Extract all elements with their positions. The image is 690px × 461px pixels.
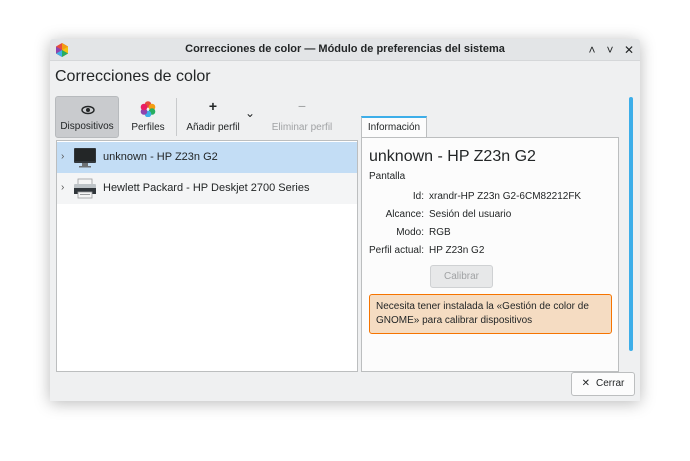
- profiles-button[interactable]: Perfiles: [123, 96, 173, 138]
- device-row-monitor[interactable]: › unknown - HP Z23n G2: [57, 142, 357, 173]
- color-profile-icon: [140, 101, 156, 117]
- device-label: Hewlett Packard - HP Deskjet 2700 Series: [103, 182, 310, 194]
- add-profile-button[interactable]: + Añadir perfil: [183, 96, 243, 138]
- add-profile-dropdown[interactable]: ⌄: [243, 96, 257, 138]
- field-key: Alcance:: [385, 209, 424, 220]
- minimize-icon[interactable]: ˄: [583, 41, 601, 59]
- device-label: unknown - HP Z23n G2: [103, 151, 218, 163]
- info-panel: unknown - HP Z23n G2 Pantalla Id: xrandr…: [361, 137, 619, 372]
- eye-icon: [81, 105, 95, 115]
- chevron-down-icon: ⌄: [244, 106, 256, 120]
- device-row-printer[interactable]: › Hewlett Packard - HP Deskjet 2700 Seri…: [57, 173, 357, 204]
- scrollbar-thumb[interactable]: [629, 97, 633, 351]
- toolbar: Dispositivos Perfiles + Añadir perfil ⌄ …: [55, 96, 355, 138]
- field-value: HP Z23n G2: [429, 245, 485, 256]
- calibrate-button[interactable]: Calibrar: [430, 265, 493, 288]
- tab-informacion[interactable]: Información: [361, 116, 427, 138]
- expand-arrow-icon[interactable]: ›: [61, 182, 64, 193]
- field-value: xrandr-HP Z23n G2-6CM82212FK: [429, 191, 582, 202]
- device-title: unknown - HP Z23n G2: [369, 148, 536, 165]
- field-key: Perfil actual:: [368, 245, 424, 256]
- dialog-window: Correcciones de color — Módulo de prefer…: [50, 39, 640, 401]
- page-title: Correcciones de color: [55, 68, 211, 85]
- printer-icon: [74, 178, 96, 199]
- device-type: Pantalla: [369, 171, 406, 182]
- remove-profile-button[interactable]: − Eliminar perfil: [267, 96, 337, 138]
- expand-arrow-icon[interactable]: ›: [61, 151, 64, 162]
- close-button[interactable]: ✕ Cerrar: [571, 372, 635, 396]
- close-window-icon[interactable]: ✕: [620, 41, 638, 59]
- device-list[interactable]: › unknown - HP Z23n G2 › Hewlett Packard…: [56, 140, 358, 372]
- add-profile-label: Añadir perfil: [186, 122, 240, 133]
- devices-label: Dispositivos: [60, 121, 114, 132]
- title-bar: Correcciones de color — Módulo de prefer…: [50, 39, 640, 61]
- toolbar-separator: [176, 98, 177, 136]
- devices-button[interactable]: Dispositivos: [55, 96, 119, 138]
- field-key: Modo:: [396, 227, 424, 238]
- remove-profile-label: Eliminar perfil: [271, 122, 333, 133]
- field-value: RGB: [429, 227, 451, 238]
- field-key: Id:: [412, 191, 424, 202]
- maximize-icon[interactable]: ˅: [601, 41, 619, 59]
- warning-message: Necesita tener instalada la «Gestión de …: [369, 294, 612, 334]
- close-icon: ✕: [581, 378, 591, 389]
- monitor-icon: [74, 148, 96, 168]
- field-value: Sesión del usuario: [429, 209, 512, 220]
- window-title: Correcciones de color — Módulo de prefer…: [185, 43, 505, 55]
- close-label: Cerrar: [596, 378, 625, 389]
- minus-icon: −: [297, 98, 307, 114]
- profiles-label: Perfiles: [131, 122, 165, 133]
- plus-icon: +: [208, 98, 218, 114]
